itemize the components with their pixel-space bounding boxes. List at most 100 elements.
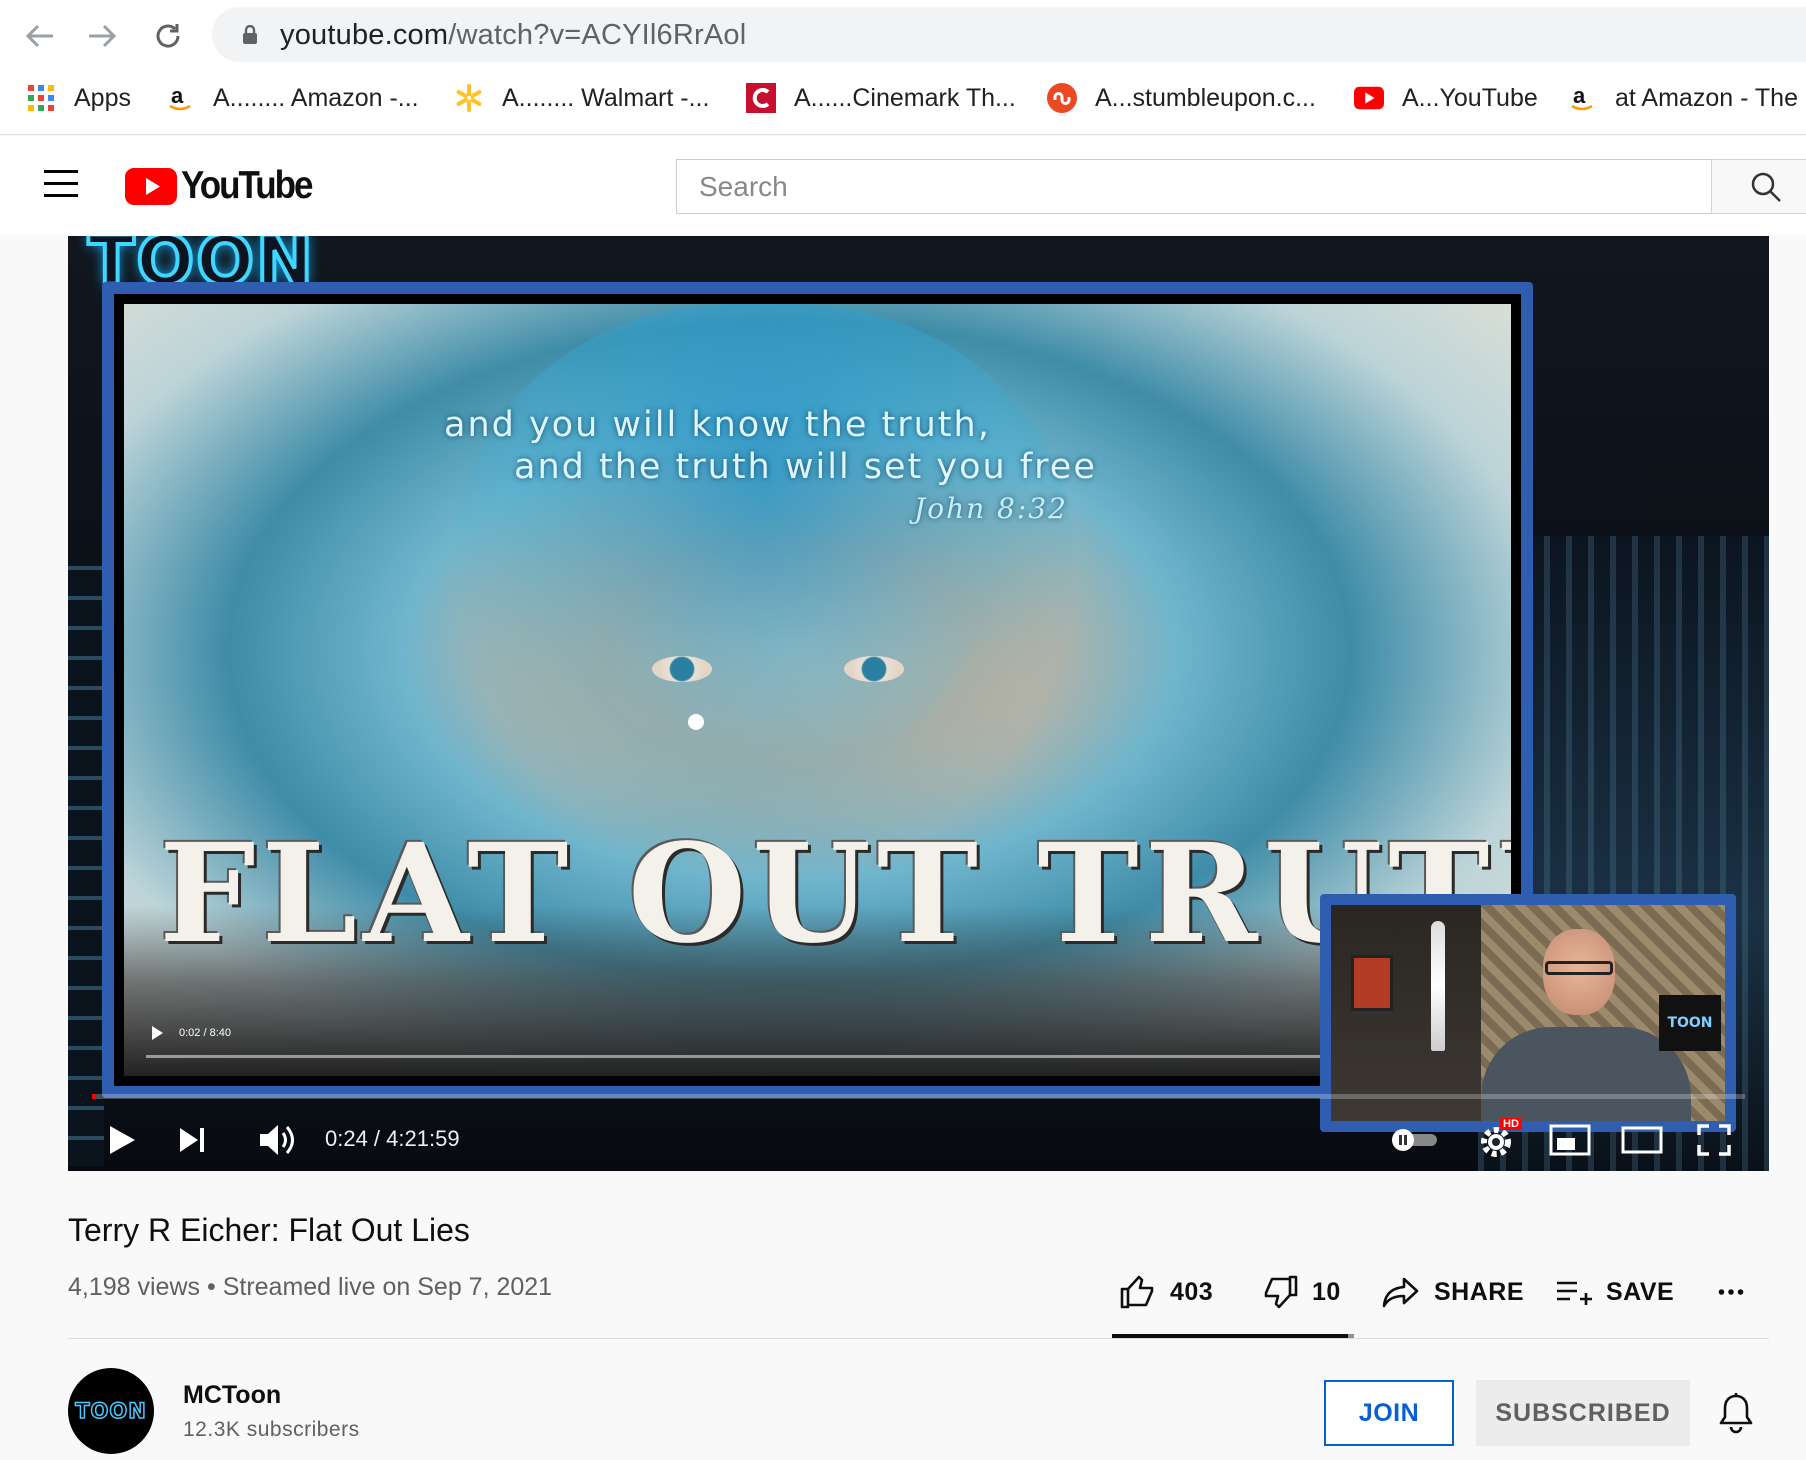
cinemark-icon — [746, 83, 776, 113]
lock-icon — [243, 25, 257, 44]
inset-play-icon — [152, 1026, 163, 1040]
bookmark-apps[interactable]: Apps — [26, 76, 131, 120]
volume-button[interactable] — [252, 1114, 304, 1166]
bookmark-label: A........ Amazon -... — [213, 83, 419, 112]
player-controls: 0:24 / 4:21:59 HD — [68, 1114, 1769, 1166]
autoplay-toggle[interactable] — [1385, 1114, 1445, 1166]
presenter-glasses — [1545, 961, 1613, 975]
like-count: 403 — [1170, 1277, 1214, 1306]
channel-avatar[interactable]: TOON — [68, 1368, 154, 1454]
walmart-icon — [454, 83, 484, 113]
webcam-toon-tag: TOON — [1659, 995, 1721, 1051]
apps-grid-icon — [26, 83, 56, 113]
theater-mode-button[interactable] — [1614, 1114, 1670, 1166]
join-button[interactable]: JOIN — [1324, 1380, 1454, 1446]
progress-played — [92, 1094, 95, 1099]
youtube-wordmark: YouTube — [181, 164, 314, 207]
rocket-model — [1431, 921, 1445, 1051]
svg-text:a: a — [1573, 84, 1586, 108]
play-icon — [110, 1126, 135, 1154]
add-to-playlist-icon — [1557, 1281, 1592, 1305]
video-player[interactable]: TOON and you will know the truth, and th… — [68, 236, 1769, 1171]
bookmark-label: A...YouTube — [1402, 83, 1538, 112]
stream-date: Streamed live on Sep 7, 2021 — [222, 1273, 553, 1301]
fullscreen-icon — [1697, 1124, 1731, 1156]
bookmark-walmart[interactable]: A........ Walmart -... — [454, 76, 709, 120]
more-horizontal-icon — [1718, 1289, 1744, 1295]
bookmark-cinemark[interactable]: A......Cinemark Th... — [746, 76, 1016, 120]
quote-line-2: and the truth will set you free — [514, 447, 1097, 487]
share-icon — [1382, 1277, 1419, 1308]
youtube-icon — [1354, 83, 1384, 113]
more-actions-button[interactable] — [1718, 1270, 1758, 1314]
bookmark-label: A...stumbleupon.c... — [1095, 83, 1316, 112]
center-dot — [688, 714, 704, 730]
save-label: SAVE — [1606, 1277, 1675, 1306]
address-bar[interactable]: youtube.com/watch?v=ACYIl6RrAol — [212, 7, 1806, 62]
search-input[interactable] — [677, 160, 1712, 213]
thumbs-up-icon — [1120, 1275, 1154, 1309]
bookmark-amazon-2[interactable]: a at Amazon - The — [1567, 76, 1798, 120]
svg-text:a: a — [171, 84, 184, 108]
webcam-wall — [1331, 905, 1481, 1121]
hd-badge: HD — [1500, 1118, 1522, 1130]
url-text: youtube.com/watch?v=ACYIl6RrAol — [280, 19, 747, 51]
youtube-header: YouTube — [0, 136, 1806, 235]
back-arrow-icon[interactable] — [22, 18, 58, 54]
share-label: SHARE — [1434, 1277, 1525, 1306]
progress-bar[interactable] — [92, 1094, 1745, 1099]
settings-button[interactable]: HD — [1468, 1114, 1528, 1166]
quote-line-1: and you will know the truth, — [444, 405, 991, 445]
subscribed-button[interactable]: SUBSCRIBED — [1476, 1380, 1690, 1446]
skip-next-icon — [180, 1128, 204, 1152]
inset-progress-bar — [146, 1055, 1491, 1058]
channel-name[interactable]: MCToon — [183, 1381, 281, 1410]
thumbs-down-icon — [1264, 1275, 1298, 1309]
amazon-icon: a — [1567, 83, 1597, 113]
notification-bell-button[interactable] — [1716, 1392, 1756, 1434]
share-button[interactable]: SHARE — [1382, 1270, 1524, 1314]
dislike-button[interactable]: 10 — [1262, 1270, 1341, 1314]
inset-time: 0:02 / 8:40 — [179, 1027, 231, 1039]
bookmark-label: A........ Walmart -... — [502, 83, 710, 112]
amazon-icon: a — [165, 83, 195, 113]
video-title: Terry R Eicher: Flat Out Lies — [68, 1212, 470, 1248]
next-button[interactable] — [168, 1114, 216, 1166]
play-button[interactable] — [98, 1114, 146, 1166]
webcam-poster — [1351, 955, 1393, 1011]
like-ratio-fill — [1112, 1334, 1349, 1338]
inset-title-text: FLAT OUT TRUTH — [159, 814, 1511, 974]
search-button[interactable] — [1711, 159, 1806, 214]
hamburger-menu-icon[interactable] — [44, 170, 78, 197]
view-count: 4,198 views — [68, 1273, 201, 1301]
miniplayer-button[interactable] — [1542, 1114, 1598, 1166]
reload-icon[interactable] — [150, 18, 186, 54]
inset-controls: 0:02 / 8:40 — [152, 1026, 231, 1040]
search-box[interactable] — [676, 159, 1712, 214]
bookmark-amazon[interactable]: a A........ Amazon -... — [165, 76, 419, 120]
avatar-logo-text: TOON — [74, 1398, 147, 1424]
bookmark-youtube[interactable]: A...YouTube — [1354, 76, 1538, 120]
youtube-logo[interactable]: YouTube — [125, 164, 314, 207]
dislike-count: 10 — [1312, 1277, 1341, 1306]
volume-icon — [260, 1125, 294, 1155]
meta-separator: • — [206, 1273, 216, 1301]
video-meta: 4,198 views • Streamed live on Sep 7, 20… — [68, 1273, 552, 1302]
bookmark-stumbleupon[interactable]: A...stumbleupon.c... — [1047, 76, 1316, 120]
quote-reference: John 8:32 — [914, 492, 1068, 525]
bookmark-label: at Amazon - The — [1615, 83, 1798, 112]
face-image — [454, 304, 1074, 864]
bell-icon — [1719, 1393, 1753, 1434]
search-icon — [1751, 172, 1781, 202]
miniplayer-icon — [1549, 1124, 1591, 1156]
forward-arrow-icon[interactable] — [84, 18, 120, 54]
like-button[interactable]: 403 — [1120, 1270, 1213, 1314]
video-inset-frame: and you will know the truth, and the tru… — [102, 282, 1533, 1098]
save-button[interactable]: SAVE — [1556, 1270, 1674, 1314]
subscriber-count: 12.3K subscribers — [183, 1418, 360, 1441]
fullscreen-button[interactable] — [1688, 1114, 1740, 1166]
youtube-play-logo-icon — [125, 167, 177, 205]
bookmark-label: Apps — [74, 83, 131, 112]
eye-left — [652, 656, 712, 682]
bookmarks-bar: Apps a A........ Amazon -... A........ W… — [0, 76, 1806, 124]
